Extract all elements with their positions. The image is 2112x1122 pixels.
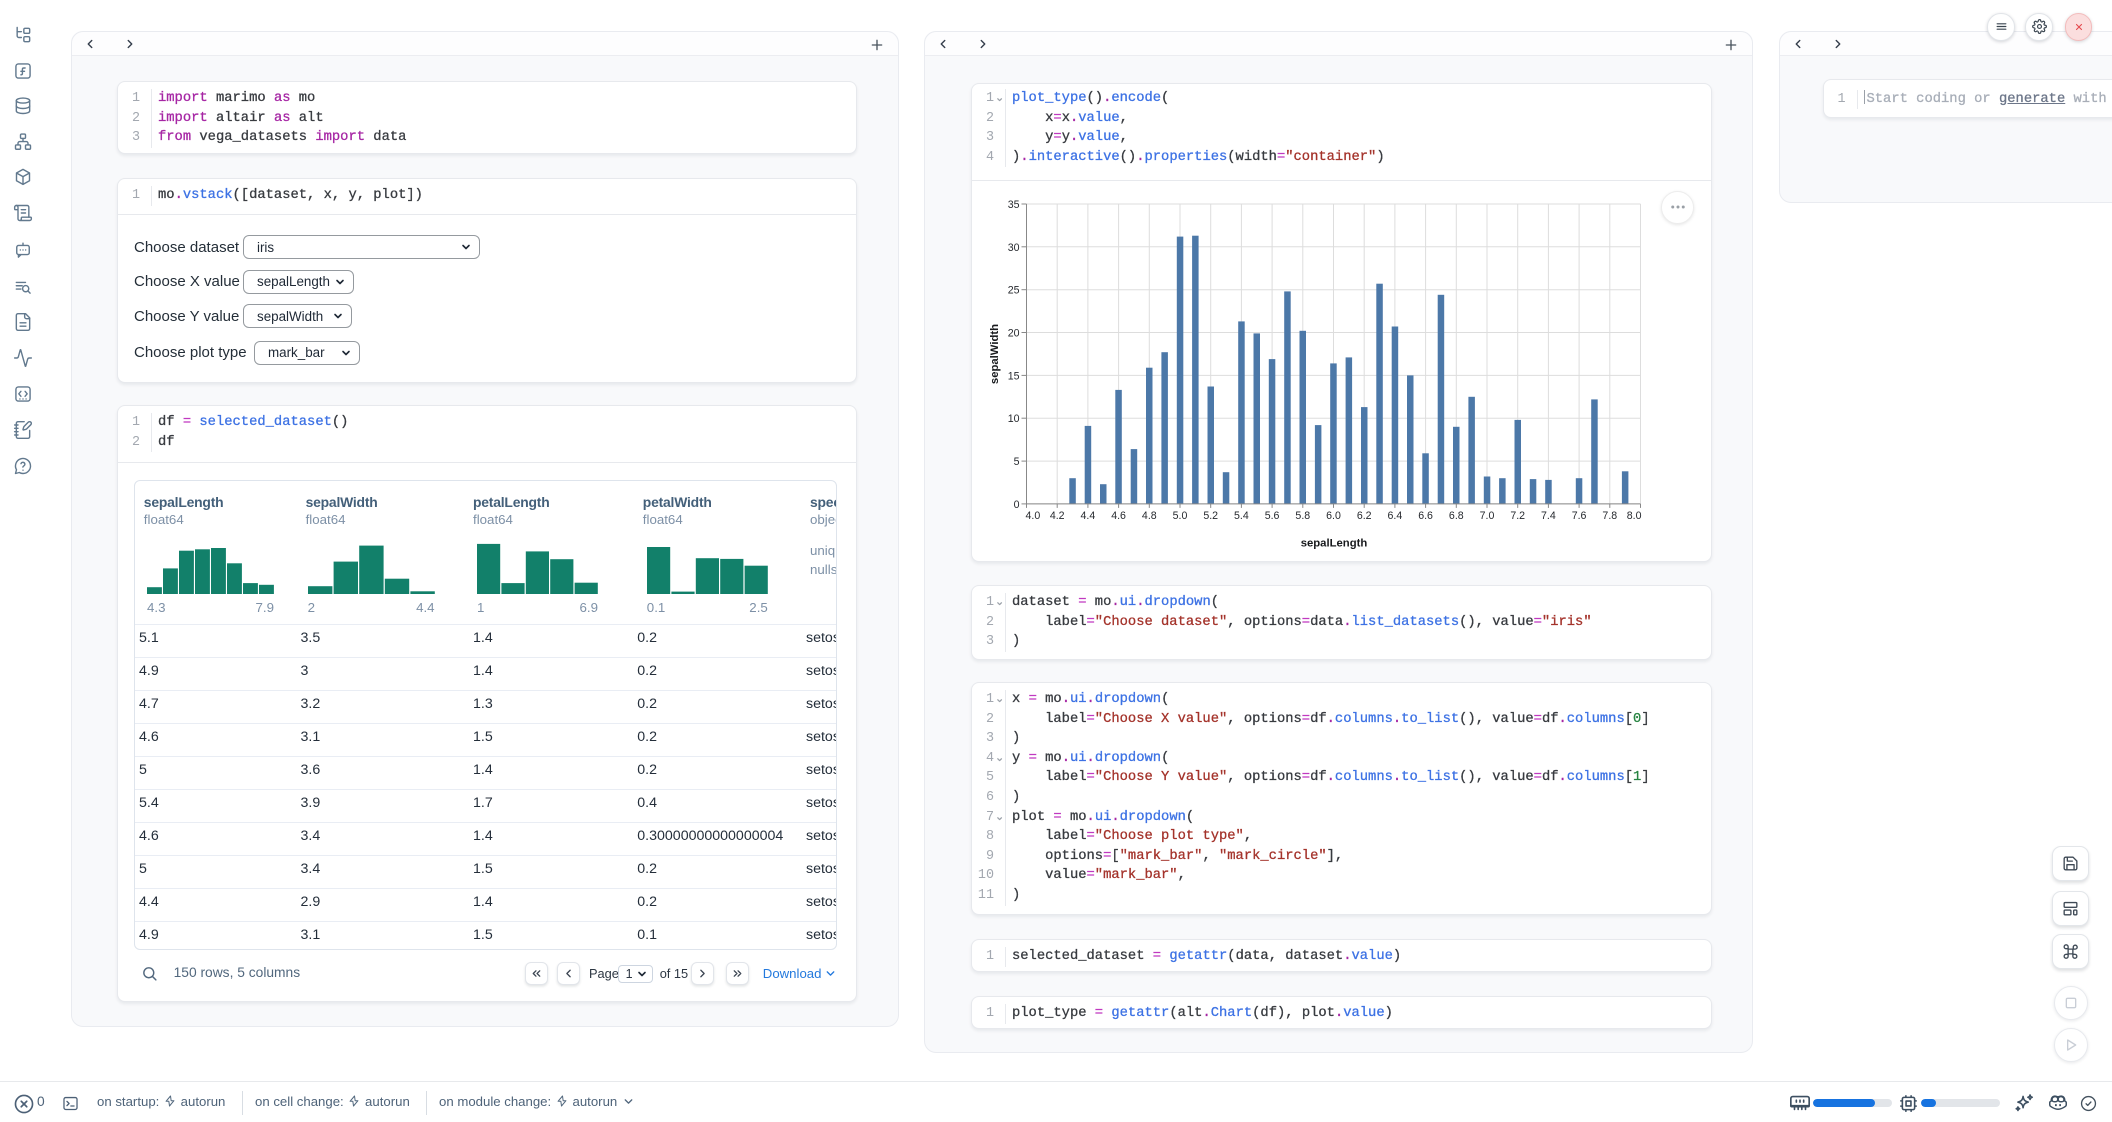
svg-text:6.4: 6.4	[1388, 510, 1403, 522]
svg-text:sepalLength: sepalLength	[1301, 537, 1368, 549]
svg-text:35: 35	[1008, 199, 1020, 211]
svg-text:5.0: 5.0	[1173, 510, 1188, 522]
svg-text:7.8: 7.8	[1602, 510, 1617, 522]
svg-text:20: 20	[1008, 327, 1020, 339]
svg-text:4.6: 4.6	[1111, 510, 1126, 522]
svg-text:4.2: 4.2	[1050, 510, 1065, 522]
svg-text:4.4: 4.4	[1081, 510, 1096, 522]
svg-text:sepalWidth: sepalWidth	[989, 323, 1001, 383]
svg-text:4.8: 4.8	[1142, 510, 1157, 522]
svg-text:4.0: 4.0	[1026, 510, 1041, 522]
svg-text:6.6: 6.6	[1418, 510, 1433, 522]
svg-text:30: 30	[1008, 241, 1020, 253]
svg-text:15: 15	[1008, 370, 1020, 382]
svg-text:8.0: 8.0	[1627, 510, 1642, 522]
svg-text:7.0: 7.0	[1480, 510, 1495, 522]
svg-text:6.2: 6.2	[1357, 510, 1372, 522]
svg-text:5.8: 5.8	[1295, 510, 1310, 522]
svg-text:5.2: 5.2	[1203, 510, 1218, 522]
svg-text:7.2: 7.2	[1510, 510, 1525, 522]
svg-text:5.6: 5.6	[1265, 510, 1280, 522]
svg-text:7.4: 7.4	[1541, 510, 1556, 522]
svg-text:5.4: 5.4	[1234, 510, 1249, 522]
svg-text:0: 0	[1014, 498, 1020, 510]
svg-text:7.6: 7.6	[1572, 510, 1587, 522]
svg-text:5: 5	[1014, 456, 1020, 468]
svg-text:25: 25	[1008, 284, 1020, 296]
svg-text:6.0: 6.0	[1326, 510, 1341, 522]
svg-text:10: 10	[1008, 413, 1020, 425]
svg-text:6.8: 6.8	[1449, 510, 1464, 522]
